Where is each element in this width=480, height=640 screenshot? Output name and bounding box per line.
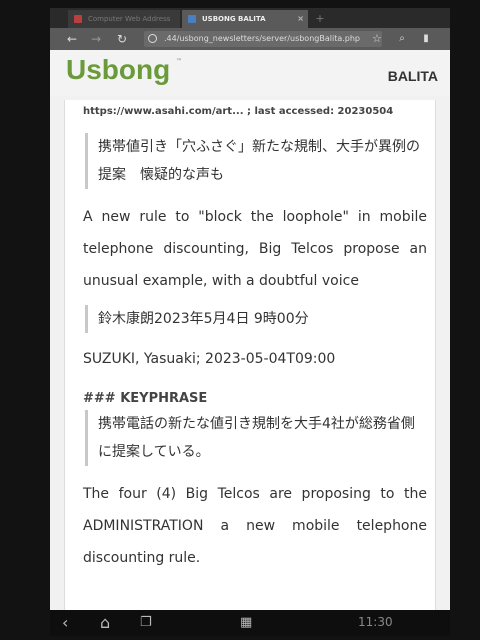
search-icon[interactable]: ⌕ [394,30,410,48]
keyphrase-japanese-text: 携帯電話の新たな値引き規制を大手4社が総務省側に提案している。 [98,416,415,460]
web-page: Usbong ™ BALITA https://www.asahi.com/ar… [50,50,450,610]
browser-tab-bar: Computer Web Address USBONG BALITA × + [50,8,450,28]
browser-tab-inactive[interactable]: Computer Web Address [68,10,180,28]
recent-apps-icon[interactable]: ❐ [140,612,152,634]
headline-english: A new rule to "block the loophole" in mo… [83,209,427,289]
headline-japanese: 携帯値引き「穴ふさぐ」新たな規制、大手が異例の提案 懐疑的な声も [85,133,427,189]
system-navigation-bar: ‹ ⌂ ❐ ▦ 11:30 [50,610,450,636]
favicon-icon [188,15,196,23]
byline-japanese: 鈴木康朗2023年5月4日 9時00分 [85,305,427,333]
keyphrase-english: The four (4) Big Telcos are proposing to… [83,486,427,566]
globe-icon [148,34,157,43]
headline-japanese-text: 携帯値引き「穴ふさぐ」新たな規制、大手が異例の提案 懐疑的な声も [98,139,420,183]
trademark-mark: ™ [176,58,182,65]
address-bar[interactable]: .44/usbong_newsletters/server/usbongBali… [144,31,382,47]
new-tab-button[interactable]: + [312,12,328,26]
reload-icon[interactable]: ↻ [114,30,130,48]
back-icon[interactable]: ‹ [62,612,68,634]
tab-label: Computer Web Address [88,15,171,23]
bookmark-star-icon[interactable]: ☆ [372,30,382,48]
favicon-icon [74,15,82,23]
tablet-screen: Computer Web Address USBONG BALITA × + ←… [50,8,450,636]
usbong-logo[interactable]: Usbong [66,54,170,86]
keyphrase-japanese: 携帯電話の新たな値引き規制を大手4社が総務省側に提案している。 [85,410,427,466]
site-header: Usbong ™ BALITA [50,50,450,96]
bookmarks-icon[interactable]: ▮ [418,30,434,48]
back-arrow-icon[interactable]: ← [64,30,80,48]
tab-label: USBONG BALITA [202,15,266,23]
browser-toolbar: ← → ↻ .44/usbong_newsletters/server/usbo… [50,28,450,50]
byline-english: SUZUKI, Yasuaki; 2023-05-04T09:00 [83,351,336,367]
home-icon[interactable]: ⌂ [100,612,110,634]
article-card: https://www.asahi.com/art... ; last acce… [64,100,436,610]
status-clock: 11:30 [358,615,393,629]
address-bar-url: .44/usbong_newsletters/server/usbongBali… [164,34,360,43]
byline-japanese-text: 鈴木康朗2023年5月4日 9時00分 [98,311,309,327]
close-tab-icon[interactable]: × [297,10,304,28]
keyphrase-heading: ### KEYPHRASE [83,391,208,406]
browser-tab-active[interactable]: USBONG BALITA × [182,10,308,28]
source-link[interactable]: https://www.asahi.com/art... ; last acce… [83,106,427,117]
apps-grid-icon[interactable]: ▦ [240,612,252,634]
forward-arrow-icon[interactable]: → [88,30,104,48]
section-title: BALITA [387,68,438,84]
